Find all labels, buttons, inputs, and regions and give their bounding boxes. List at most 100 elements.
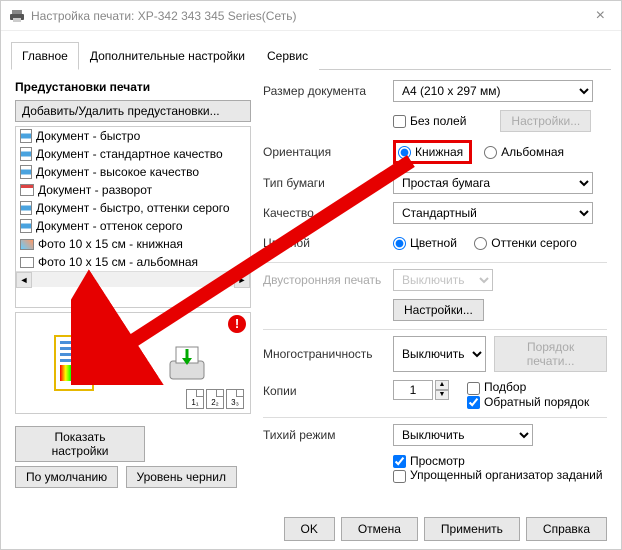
preset-item[interactable]: Документ - быстро, оттенки серого (16, 199, 250, 217)
preview-box: ! 1₁ 2₂ 3₃ (15, 312, 251, 414)
help-button[interactable]: Справка (526, 517, 607, 541)
preset-label: Документ - высокое качество (36, 165, 199, 179)
preset-label: Документ - разворот (38, 183, 152, 197)
preset-list[interactable]: Документ - быстро Документ - стандартное… (15, 126, 251, 308)
apply-button[interactable]: Применить (424, 517, 520, 541)
color-label: Цветной (263, 236, 393, 250)
preview-thumb: 3₃ (226, 389, 244, 409)
cancel-button[interactable]: Отмена (341, 517, 418, 541)
show-settings-button[interactable]: Показать настройки (15, 426, 145, 462)
left-button-group: Показать настройки По умолчанию Уровень … (15, 422, 251, 488)
borderless-checkbox-label[interactable]: Без полей (393, 114, 466, 128)
preset-label: Документ - быстро, оттенки серого (36, 201, 230, 215)
right-column: Размер документа A4 (210 x 297 мм) Без п… (263, 80, 607, 491)
collate-checkbox[interactable] (467, 382, 480, 395)
paper-type-label: Тип бумаги (263, 176, 393, 190)
tab-bar: Главное Дополнительные настройки Сервис (11, 41, 611, 70)
window-title: Настройка печати: XP-342 343 345 Series(… (31, 9, 588, 23)
preset-item[interactable]: Фото 10 x 15 см - альбомная (16, 253, 250, 271)
orientation-portrait-radio[interactable] (398, 146, 411, 159)
preset-item[interactable]: Документ - разворот (16, 181, 250, 199)
document-icon (20, 165, 32, 179)
preset-label: Документ - быстро (36, 129, 140, 143)
simple-organizer-checkbox[interactable] (393, 470, 406, 483)
color-color-radio[interactable] (393, 237, 406, 250)
quiet-mode-label: Тихий режим (263, 428, 393, 442)
copies-spinner[interactable]: ▲▼ (393, 380, 449, 400)
presets-title: Предустановки печати (15, 80, 251, 94)
preset-item[interactable]: Документ - высокое качество (16, 163, 250, 181)
preview-printer-icon (162, 343, 212, 383)
quality-label: Качество (263, 206, 393, 220)
quiet-mode-select[interactable]: Выключить (393, 424, 533, 446)
reverse-checkbox-label[interactable]: Обратный порядок (467, 395, 589, 409)
copies-up-button[interactable]: ▲ (435, 380, 449, 390)
content-area: Предустановки печати Добавить/Удалить пр… (1, 70, 621, 501)
dialog-footer: OK Отмена Применить Справка (270, 509, 622, 549)
copies-label: Копии (263, 380, 393, 398)
collate-checkbox-label[interactable]: Подбор (467, 380, 589, 394)
orientation-landscape-radio-label[interactable]: Альбомная (484, 145, 564, 159)
defaults-button[interactable]: По умолчанию (15, 466, 118, 488)
printer-icon (9, 8, 25, 24)
spread-icon (20, 184, 34, 196)
reverse-checkbox[interactable] (467, 396, 480, 409)
preset-item[interactable]: Документ - стандартное качество (16, 145, 250, 163)
borderless-settings-button: Настройки... (500, 110, 591, 132)
tab-advanced[interactable]: Дополнительные настройки (79, 42, 256, 70)
duplex-label: Двусторонняя печать (263, 273, 393, 287)
borderless-checkbox[interactable] (393, 115, 406, 128)
scroll-left-button[interactable]: ◄ (16, 272, 32, 288)
left-column: Предустановки печати Добавить/Удалить пр… (15, 80, 251, 491)
duplex-select: Выключить (393, 269, 493, 291)
preview-checkbox-label[interactable]: Просмотр (393, 454, 607, 468)
quality-select[interactable]: Стандартный (393, 202, 593, 224)
doc-size-label: Размер документа (263, 84, 393, 98)
paper-type-select[interactable]: Простая бумага (393, 172, 593, 194)
preview-checkbox[interactable] (393, 455, 406, 468)
divider (263, 329, 607, 330)
color-gray-radio-label[interactable]: Оттенки серого (474, 236, 577, 250)
document-icon (20, 219, 32, 233)
preview-thumb: 2₂ (206, 389, 224, 409)
preview-thumb: 1₁ (186, 389, 204, 409)
warning-icon: ! (228, 315, 246, 333)
preview-order-thumbs: 1₁ 2₂ 3₃ (186, 389, 244, 409)
preset-item[interactable]: Документ - оттенок серого (16, 217, 250, 235)
photo-landscape-icon (20, 257, 34, 268)
color-gray-radio[interactable] (474, 237, 487, 250)
add-remove-presets-button[interactable]: Добавить/Удалить предустановки... (15, 100, 251, 122)
document-icon (20, 147, 32, 161)
close-button[interactable]: × (588, 3, 613, 29)
orientation-portrait-radio-label[interactable]: Книжная (398, 145, 463, 159)
preset-label: Документ - оттенок серого (36, 219, 183, 233)
doc-size-select[interactable]: A4 (210 x 297 мм) (393, 80, 593, 102)
preset-label: Фото 10 x 15 см - альбомная (38, 255, 198, 269)
document-icon (20, 201, 32, 215)
tab-service[interactable]: Сервис (256, 42, 319, 70)
duplex-settings-button[interactable]: Настройки... (393, 299, 484, 321)
color-color-radio-label[interactable]: Цветной (393, 236, 457, 250)
orientation-landscape-radio[interactable] (484, 146, 497, 159)
ok-button[interactable]: OK (284, 517, 335, 541)
preset-item[interactable]: Документ - быстро (16, 127, 250, 145)
preset-scrollbar[interactable]: ◄► (16, 271, 250, 287)
preset-item[interactable]: Фото 10 x 15 см - книжная (16, 235, 250, 253)
ink-levels-button[interactable]: Уровень чернил (126, 466, 238, 488)
copies-down-button[interactable]: ▼ (435, 390, 449, 400)
divider (263, 417, 607, 418)
multipage-select[interactable]: Выключить (393, 336, 486, 372)
preset-label: Документ - стандартное качество (36, 147, 223, 161)
multipage-label: Многостраничность (263, 347, 393, 361)
tab-main[interactable]: Главное (11, 42, 79, 70)
simple-organizer-checkbox-label[interactable]: Упрощенный организатор заданий (393, 468, 607, 482)
preview-page (54, 335, 94, 391)
orientation-portrait-highlight: Книжная (393, 140, 472, 164)
scroll-right-button[interactable]: ► (234, 272, 250, 288)
page-order-button: Порядок печати... (494, 336, 607, 372)
photo-icon (20, 239, 34, 250)
document-icon (20, 129, 32, 143)
copies-input[interactable] (393, 380, 433, 400)
preset-label: Фото 10 x 15 см - книжная (38, 237, 183, 251)
titlebar: Настройка печати: XP-342 343 345 Series(… (1, 1, 621, 31)
